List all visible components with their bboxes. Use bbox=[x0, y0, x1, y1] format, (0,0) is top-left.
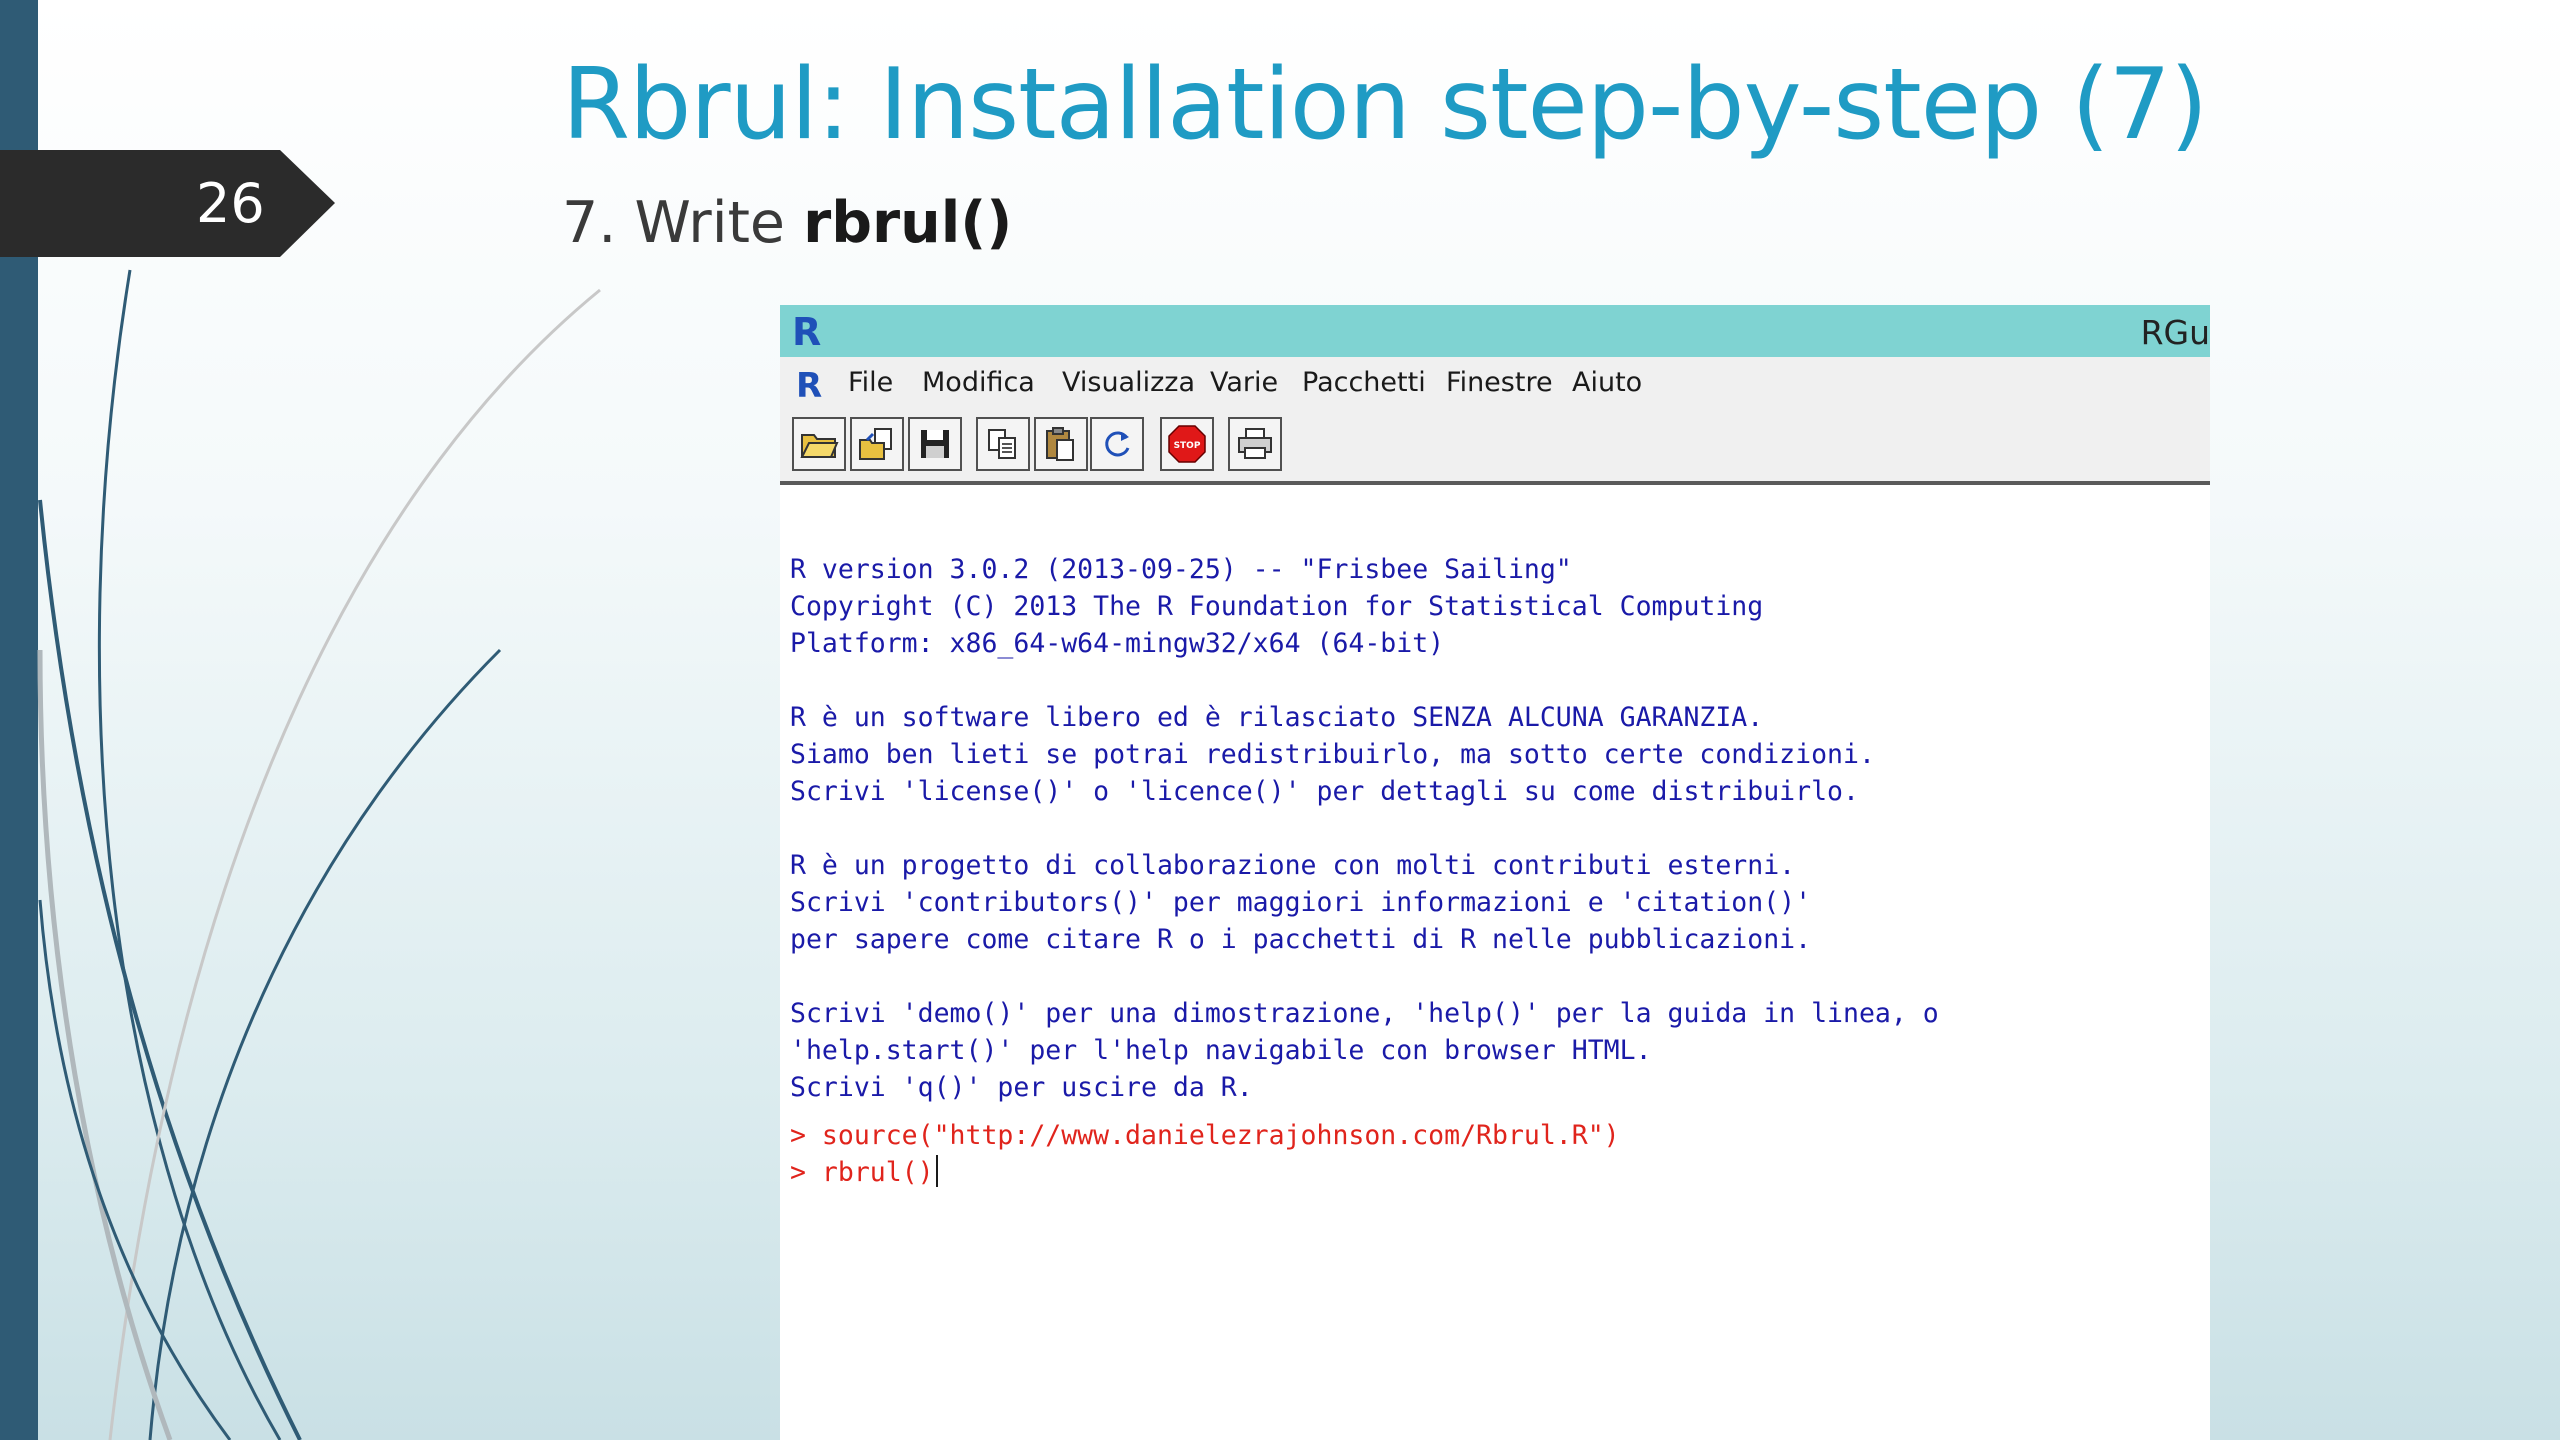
slide-subtitle: 7. Write rbrul() bbox=[562, 190, 1012, 256]
window-titlebar[interactable]: R RGu bbox=[780, 305, 2210, 357]
stop-icon: STOP bbox=[1168, 425, 1206, 463]
print-button[interactable] bbox=[1228, 417, 1282, 471]
r-console[interactable]: R version 3.0.2 (2013-09-25) -- "Frisbee… bbox=[780, 485, 2210, 1440]
refresh-icon bbox=[1105, 431, 1130, 457]
subtitle-text: 7. Write bbox=[562, 190, 804, 256]
console-output: R version 3.0.2 (2013-09-25) -- "Frisbee… bbox=[790, 554, 1939, 1103]
stop-label: STOP bbox=[1174, 441, 1201, 451]
paste-icon bbox=[1046, 427, 1074, 461]
open-script-button[interactable] bbox=[792, 417, 846, 471]
stop-button[interactable]: STOP bbox=[1160, 417, 1214, 471]
menu-modifica[interactable]: Modifica bbox=[922, 367, 1035, 398]
r-logo-icon: R bbox=[792, 310, 821, 351]
console-command-rbrul: > rbrul() bbox=[790, 1157, 934, 1188]
console-command-source: > source("http://www.danielezrajohnson.c… bbox=[790, 1120, 1620, 1151]
menu-finestre[interactable]: Finestre bbox=[1446, 367, 1553, 398]
copy-paste-button[interactable] bbox=[1090, 417, 1144, 471]
open-folder-icon bbox=[800, 434, 839, 458]
svg-text:R: R bbox=[792, 310, 821, 351]
menu-bar: R File Modifica Visualizza Varie Pacchet… bbox=[780, 357, 2210, 410]
copy-icon bbox=[988, 429, 1016, 459]
print-icon bbox=[1238, 428, 1272, 459]
slide-number: 26 bbox=[196, 172, 265, 235]
load-workspace-icon bbox=[859, 428, 892, 460]
slide-title: Rbrul: Installation step-by-step (7) bbox=[562, 48, 2208, 162]
rgui-window: R RGu R File Modifica Visualizza Varie P… bbox=[780, 305, 2210, 1440]
console-input-line[interactable]: > rbrul() bbox=[790, 1154, 938, 1191]
save-workspace-button[interactable] bbox=[908, 417, 962, 471]
menu-visualizza[interactable]: Visualizza bbox=[1062, 367, 1195, 398]
window-title: RGu bbox=[2140, 313, 2210, 352]
menu-aiuto[interactable]: Aiuto bbox=[1572, 367, 1642, 398]
r-menu-logo-icon[interactable]: R bbox=[794, 365, 828, 403]
text-cursor bbox=[935, 1155, 938, 1187]
menu-pacchetti[interactable]: Pacchetti bbox=[1302, 367, 1426, 398]
subtitle-code: rbrul() bbox=[803, 190, 1013, 256]
copy-button[interactable] bbox=[976, 417, 1030, 471]
menu-file[interactable]: File bbox=[848, 367, 893, 398]
menu-varie[interactable]: Varie bbox=[1210, 367, 1278, 398]
svg-text:R: R bbox=[796, 366, 822, 403]
load-workspace-button[interactable] bbox=[850, 417, 904, 471]
paste-button[interactable] bbox=[1034, 417, 1088, 471]
toolbar: STOP bbox=[780, 409, 2210, 485]
save-icon bbox=[921, 430, 949, 458]
slide-number-badge: 26 bbox=[0, 150, 335, 257]
